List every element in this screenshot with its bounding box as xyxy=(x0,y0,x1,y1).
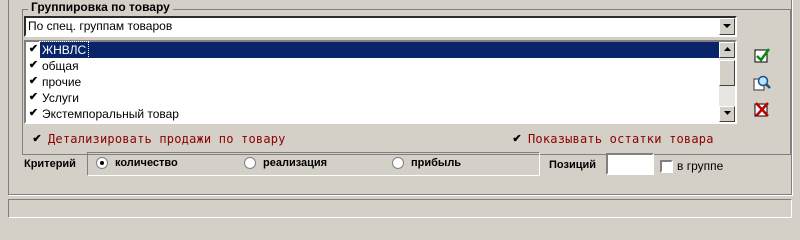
scroll-thumb[interactable] xyxy=(719,60,735,86)
detail-sales-checkbox[interactable]: ✔ xyxy=(31,134,43,146)
selection-highlight xyxy=(40,42,719,58)
combobox-dropdown-button[interactable] xyxy=(719,18,735,35)
radio-profit[interactable] xyxy=(392,157,404,169)
radio-quantity[interactable] xyxy=(96,157,108,169)
list-item[interactable]: ✔ Услуги xyxy=(27,90,719,106)
list-item-label: общая xyxy=(42,59,79,73)
check-all-button[interactable] xyxy=(753,47,771,65)
list-item-label: Услуги xyxy=(42,91,79,105)
delete-icon xyxy=(754,102,769,117)
grouping-title: Группировка по товару xyxy=(28,0,173,14)
radio-quantity-label: количество xyxy=(115,157,178,169)
status-bar xyxy=(8,199,792,218)
show-stock-checkbox[interactable]: ✔ xyxy=(511,134,523,146)
positions-input[interactable] xyxy=(606,153,654,175)
positions-label: Позиций xyxy=(549,159,596,171)
list-item[interactable]: ✔ прочие xyxy=(27,74,719,90)
scroll-up-button[interactable] xyxy=(719,42,735,58)
radio-dot xyxy=(100,161,104,165)
criteria-label: Критерий xyxy=(24,158,76,170)
check-mark-icon[interactable]: ✔ xyxy=(28,108,39,119)
chevron-up-icon xyxy=(723,47,731,51)
check-mark-icon[interactable]: ✔ xyxy=(28,60,39,71)
check-icon xyxy=(754,48,771,63)
list-scrollbar[interactable] xyxy=(719,42,735,122)
list-item-label: Экстемпоральный товар xyxy=(42,107,179,121)
list-item-label: ЖНВЛС xyxy=(38,41,90,59)
grouping-combobox-value: По спец. группам товаров xyxy=(28,19,173,33)
radio-profit-label: прибыль xyxy=(411,157,462,169)
in-group-checkbox[interactable] xyxy=(660,160,673,173)
list-item[interactable]: ✔ ЖНВЛС xyxy=(27,41,719,59)
detail-sales-label: Детализировать продажи по товару xyxy=(48,132,286,146)
list-item[interactable]: ✔ общая xyxy=(27,58,719,74)
chevron-down-icon xyxy=(723,24,731,28)
in-group-label: в группе xyxy=(677,159,724,173)
check-mark-icon[interactable]: ✔ xyxy=(28,44,39,55)
list-item-label: прочие xyxy=(42,75,82,89)
uncheck-all-button[interactable] xyxy=(753,101,771,119)
radio-revenue-label: реализация xyxy=(263,157,328,169)
show-stock-label: Показывать остатки товара xyxy=(528,132,714,146)
chevron-down-icon xyxy=(723,111,731,115)
check-mark-icon[interactable]: ✔ xyxy=(28,76,39,87)
find-button[interactable] xyxy=(753,74,771,92)
search-icon xyxy=(753,75,771,91)
scroll-down-button[interactable] xyxy=(719,106,735,122)
list-item[interactable]: ✔ Экстемпоральный товар xyxy=(27,106,719,122)
radio-revenue[interactable] xyxy=(244,157,256,169)
check-mark-icon[interactable]: ✔ xyxy=(28,92,39,103)
